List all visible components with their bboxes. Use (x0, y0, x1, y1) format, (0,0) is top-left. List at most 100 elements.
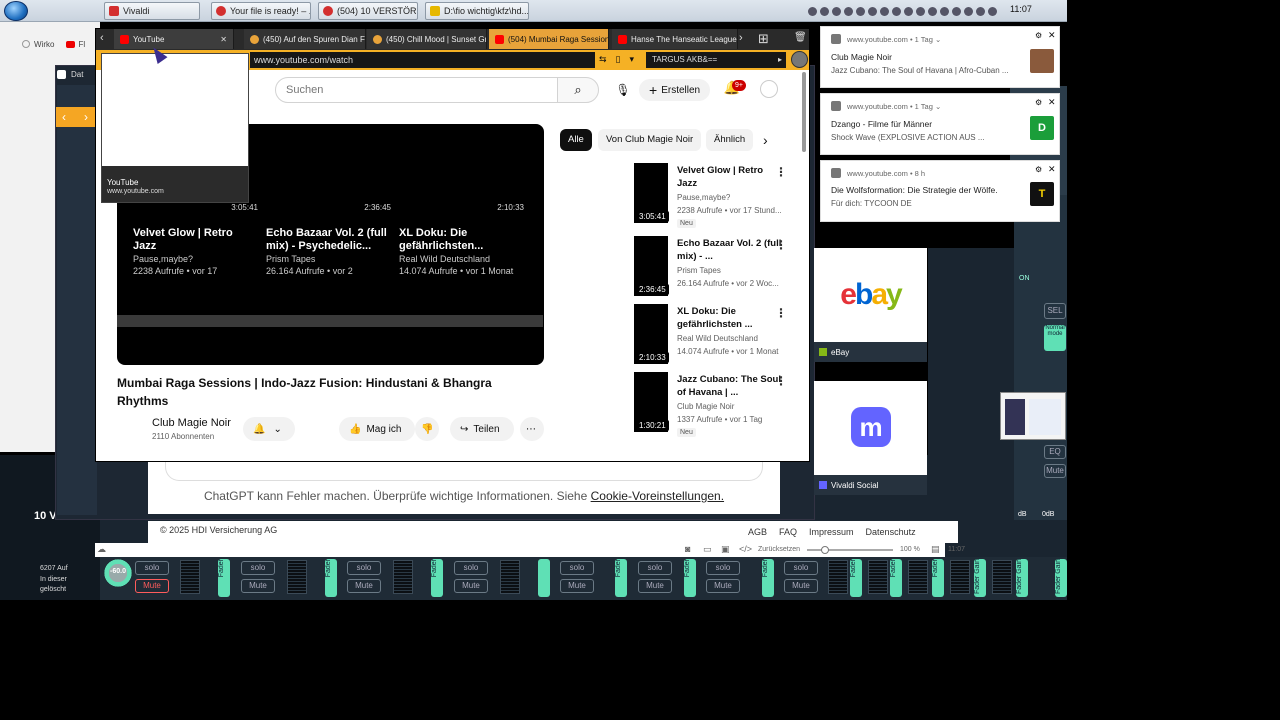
tray-icon[interactable] (928, 6, 937, 16)
side-mute-button[interactable]: Mute (1044, 464, 1066, 478)
notification-card-1[interactable]: www.youtube.com • 1 Tag ⌄ ⚙ ✕ Club Magie… (820, 26, 1060, 88)
more-actions-button[interactable]: ⋯ (520, 417, 544, 441)
endscreen-video-2[interactable]: 2:36:45 Echo Bazaar Vol. 2 (full mix) - … (266, 203, 391, 277)
solo-button-5[interactable]: solo (560, 561, 594, 575)
subscription-bell-button[interactable]: 🔔 ⌄ (243, 417, 295, 441)
tray-icon[interactable] (964, 6, 973, 16)
fader-7[interactable]: Fader (762, 559, 774, 597)
tray-icon[interactable] (880, 6, 889, 16)
search-button[interactable]: ⌕ (557, 77, 599, 103)
mute-button-1[interactable]: Mute (135, 579, 169, 593)
tab-youtube[interactable]: YouTube ✕ (114, 29, 234, 49)
taskbar-button-2[interactable]: Your file is ready! – ... (211, 2, 311, 20)
code-icon[interactable]: </> (739, 544, 752, 554)
share-icon[interactable]: ⇆ (599, 54, 607, 65)
notification-card-2[interactable]: www.youtube.com • 1 Tag ⌄ ⚙ ✕ Dzango - F… (820, 93, 1060, 155)
tray-icon[interactable] (868, 6, 877, 16)
solo-button-4[interactable]: solo (454, 561, 488, 575)
fader-gain-2[interactable]: Fader Gain (1016, 559, 1028, 597)
tab-dian-fossey[interactable]: (450) Auf den Spuren Dian F (244, 29, 366, 49)
settings-icon[interactable]: ⚙ (1035, 31, 1042, 40)
related-video-2[interactable]: 2:36:45 Echo Bazaar Vol. 2 (full mix) - … (630, 236, 790, 296)
tray-icon[interactable] (808, 6, 817, 16)
forward-icon[interactable]: › (84, 110, 88, 124)
more-vert-icon[interactable]: ⋮ (775, 165, 787, 179)
tray-icon[interactable] (940, 6, 949, 16)
speed-dial-vivaldi-social[interactable]: m Vivaldi Social (814, 381, 927, 495)
dropdown-icon[interactable]: ▾ (630, 54, 635, 65)
speed-dial-ebay[interactable]: ebay eBay (814, 248, 927, 362)
sel-button[interactable]: SEL (1044, 303, 1066, 319)
create-button[interactable]: + Erstellen (639, 79, 711, 101)
footer-link-impressum[interactable]: Impressum (809, 527, 854, 537)
mute-button-3[interactable]: Mute (347, 579, 381, 593)
solo-button-7[interactable]: solo (706, 561, 740, 575)
zoom-slider[interactable] (807, 546, 893, 554)
share-button[interactable]: ↪ Teilen (450, 417, 514, 441)
close-icon[interactable]: ✕ (1048, 164, 1056, 175)
channel-avatar[interactable] (117, 415, 145, 443)
endscreen-video-1[interactable]: 3:05:41 Velvet Glow | Retro Jazz Pause,m… (133, 203, 258, 277)
fader-6[interactable]: Fader (684, 559, 696, 597)
footer-link-datenschutz[interactable]: Datenschutz (866, 527, 916, 537)
more-vert-icon[interactable]: ⋮ (775, 238, 787, 252)
bookmark-icon[interactable]: ▯ (616, 54, 621, 65)
endscreen-video-3[interactable]: 2:10:33 XL Doku: Die gefährlichsten... R… (399, 203, 524, 277)
tray-icon[interactable] (844, 6, 853, 16)
background-tab-label[interactable]: Wirko (34, 40, 54, 49)
player-progress-area[interactable] (117, 315, 543, 327)
related-video-4[interactable]: 1:30:21 Jazz Cubano: The Soul of Havana … (630, 372, 790, 437)
fader-3[interactable]: Fader (431, 559, 443, 597)
mute-button-6[interactable]: Mute (638, 579, 672, 593)
mini-screenshot-thumbnail[interactable] (1000, 392, 1066, 440)
image-icon[interactable]: ▣ (721, 544, 730, 555)
tab-hanse[interactable]: Hanse The Hanseatic League (612, 29, 738, 49)
fader-gain-1[interactable]: Fader Gain (974, 559, 986, 597)
tray-icon[interactable] (820, 6, 829, 16)
solo-button-2[interactable]: solo (241, 561, 275, 575)
more-vert-icon[interactable]: ⋮ (775, 374, 787, 388)
taskbar-button-3[interactable]: (504) 10 VERSTÖREN... (318, 2, 418, 20)
mute-button-2[interactable]: Mute (241, 579, 275, 593)
mute-button-5[interactable]: Mute (560, 579, 594, 593)
taskbar-clock[interactable]: 11:07 (1010, 4, 1032, 14)
back-icon[interactable]: ‹ (62, 110, 66, 124)
chip-from-channel[interactable]: Von Club Magie Noir (598, 129, 702, 151)
solo-button-6[interactable]: solo (638, 561, 672, 575)
mute-button-4[interactable]: Mute (454, 579, 488, 593)
tray-icon[interactable] (988, 6, 997, 16)
close-icon[interactable]: ✕ (1048, 97, 1056, 108)
search-input[interactable]: Suchen (275, 77, 558, 103)
new-tab-icon[interactable]: ⊞ (758, 31, 769, 47)
bookmark-bar-item[interactable]: TARGUS AKB&== ▸ (646, 52, 786, 68)
chevron-right-icon[interactable]: ▸ (778, 52, 782, 68)
footer-link-agb[interactable]: AGB (748, 527, 767, 537)
tab-mumbai-raga[interactable]: (504) Mumbai Raga Session (489, 29, 609, 49)
close-icon[interactable]: ✕ (1048, 30, 1056, 41)
chip-all[interactable]: Alle (560, 129, 592, 151)
fader-2[interactable]: Fader (325, 559, 337, 597)
tab-scroll-left-icon[interactable]: ‹ (100, 32, 104, 44)
chip-related[interactable]: Ähnlich (706, 129, 754, 151)
mute-button-7[interactable]: Mute (706, 579, 740, 593)
related-video-3[interactable]: 2:10:33 XL Doku: Die gefährlichsten ... … (630, 304, 790, 364)
start-button[interactable] (4, 1, 28, 21)
eq-button[interactable]: EQ (1044, 445, 1066, 459)
related-video-1[interactable]: 3:05:41 Velvet Glow | Retro Jazz Pause,m… (630, 163, 790, 228)
profile-avatar[interactable] (791, 51, 808, 68)
cookie-settings-link[interactable]: Cookie-Voreinstellungen. (591, 489, 724, 503)
fader-9[interactable]: Fader (890, 559, 902, 597)
solo-button-8[interactable]: solo (784, 561, 818, 575)
tray-icon[interactable] (832, 6, 841, 16)
footer-link-faq[interactable]: FAQ (779, 527, 797, 537)
tray-icon[interactable] (952, 6, 961, 16)
tab-chill-mood[interactable]: (450) Chill Mood | Sunset Gr (367, 29, 487, 49)
tray-icon[interactable] (892, 6, 901, 16)
tray-icon[interactable] (916, 6, 925, 16)
channel-name[interactable]: Club Magie Noir (152, 417, 231, 429)
fader-8[interactable]: Fader (850, 559, 862, 597)
microphone-icon[interactable]: 🎙 (612, 79, 634, 101)
account-avatar[interactable] (760, 80, 778, 98)
panel-toggle-icon[interactable]: ☁ (97, 544, 106, 555)
address-field[interactable]: www.youtube.com/watch (250, 52, 595, 68)
